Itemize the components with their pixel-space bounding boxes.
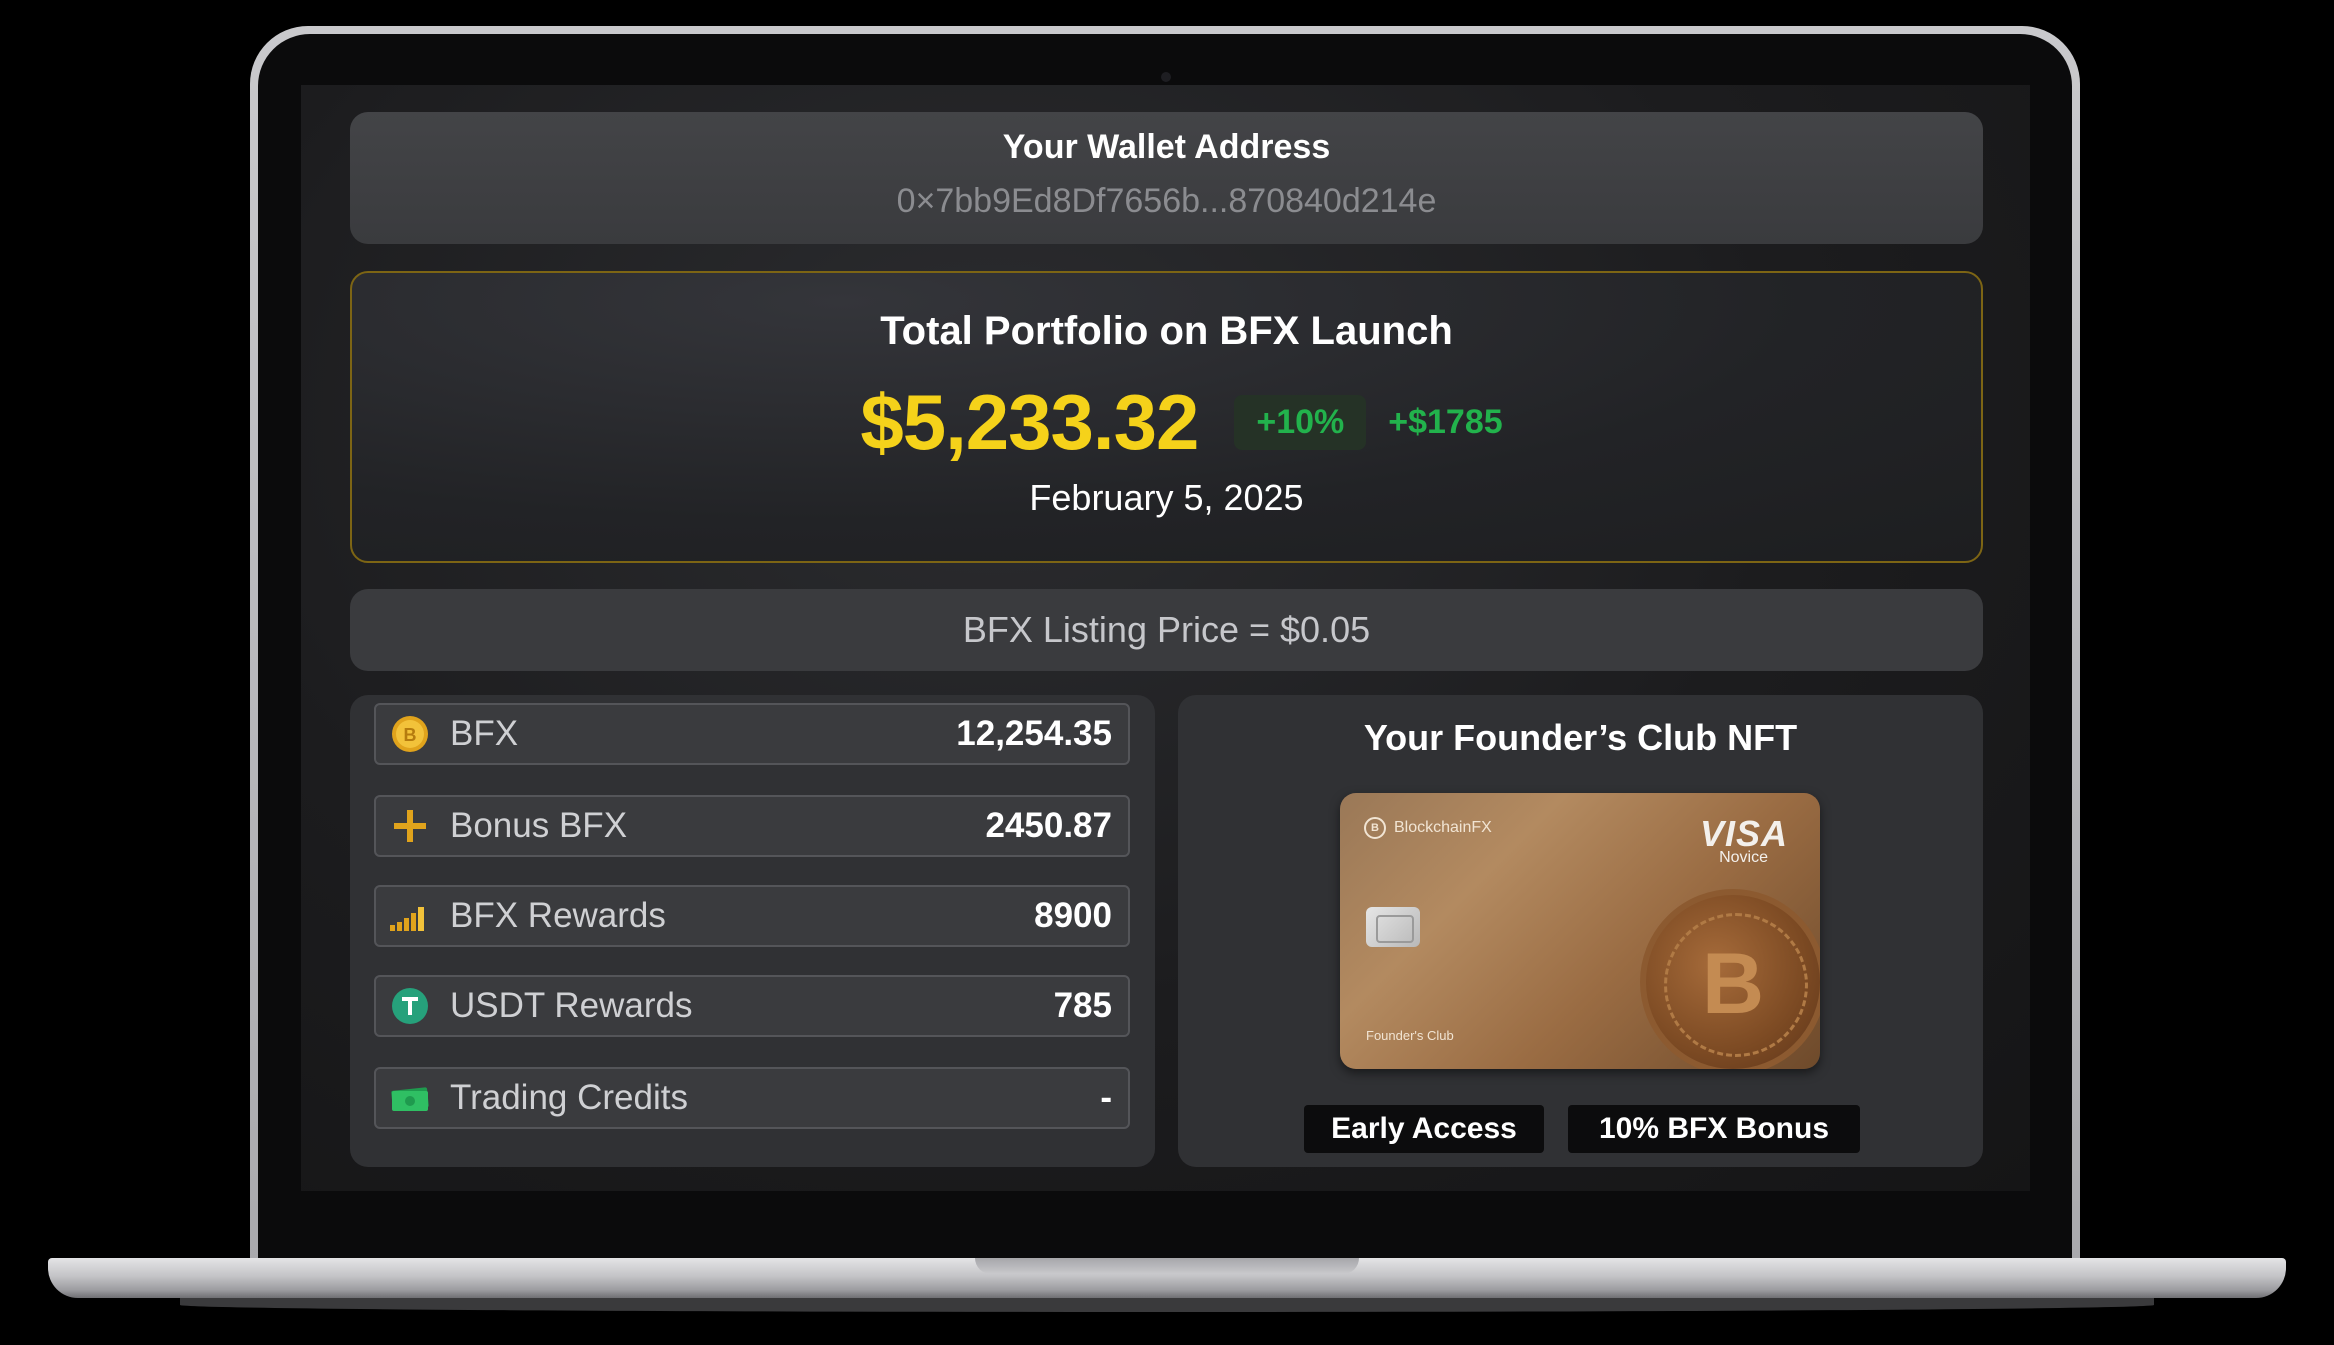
portfolio-panel: Total Portfolio on BFX Launch $5,233.32 … — [350, 271, 1983, 563]
laptop-base-shadow — [180, 1298, 2154, 1312]
change-percent-badge: +10% — [1234, 395, 1367, 450]
balance-row-bonus-bfx: Bonus BFX 2450.87 — [374, 795, 1130, 857]
wallet-address-panel: Your Wallet Address 0×7bb9Ed8Df7656b...8… — [350, 112, 1983, 244]
dashboard-screen: Your Wallet Address 0×7bb9Ed8Df7656b...8… — [301, 85, 2030, 1191]
laptop-mockup: Your Wallet Address 0×7bb9Ed8Df7656b...8… — [0, 0, 2334, 1345]
balance-label: Trading Credits — [450, 1078, 688, 1117]
bfx-bonus-tag: 10% BFX Bonus — [1568, 1105, 1860, 1153]
bfx-coin-icon: B — [390, 714, 430, 754]
listing-price-text: BFX Listing Price = $0.05 — [962, 609, 1371, 650]
balance-label: BFX Rewards — [450, 896, 666, 935]
balance-row-bfx-rewards: BFX Rewards 8900 — [374, 885, 1130, 947]
wallet-title: Your Wallet Address — [1002, 128, 1331, 166]
listing-price-panel: BFX Listing Price = $0.05 — [350, 589, 1983, 671]
cash-icon — [390, 1078, 430, 1118]
laptop-base-notch — [975, 1258, 1359, 1274]
balance-row-trading-credits: Trading Credits - — [374, 1067, 1130, 1129]
portfolio-value-row: $5,233.32 +10% +$1785 — [352, 377, 1981, 468]
balance-value: 12,254.35 — [956, 714, 1112, 753]
balance-label: Bonus BFX — [450, 806, 628, 845]
nft-panel: Your Founder’s Club NFT B BlockchainFX V… — [1178, 695, 1983, 1167]
svg-text:B: B — [404, 725, 417, 745]
portfolio-date: February 5, 2025 — [1029, 477, 1304, 518]
balance-value: 2450.87 — [985, 806, 1112, 845]
card-club-label: Founder's Club — [1366, 1028, 1454, 1043]
balance-value: 8900 — [1034, 896, 1112, 935]
blockchainfx-logo-icon: B — [1364, 817, 1386, 839]
portfolio-value: $5,233.32 — [860, 378, 1199, 466]
balance-row-usdt-rewards: USDT Rewards 785 — [374, 975, 1130, 1037]
balance-label: USDT Rewards — [450, 986, 693, 1025]
card-brand-name: BlockchainFX — [1394, 819, 1492, 836]
laptop-chin — [258, 1191, 2072, 1266]
early-access-tag: Early Access — [1304, 1105, 1544, 1153]
balance-label: BFX — [450, 714, 519, 753]
balance-value: - — [1100, 1078, 1112, 1117]
portfolio-title: Total Portfolio on BFX Launch — [880, 309, 1453, 353]
card-tier: Novice — [1719, 849, 1768, 866]
balances-panel: B BFX 12,254.35 Bonus BFX 2450.87 BFX Re… — [350, 695, 1155, 1167]
nft-title: Your Founder’s Club NFT — [1363, 717, 1798, 758]
plus-icon — [390, 806, 430, 846]
signal-bars-icon — [390, 896, 430, 936]
balance-row-bfx: B BFX 12,254.35 — [374, 703, 1130, 765]
change-amount: +$1785 — [1388, 403, 1503, 441]
founders-club-card[interactable]: B BlockchainFX VISA Novice Founder's Clu… — [1340, 793, 1820, 1069]
bfx-emblem-icon: B — [1640, 889, 1820, 1069]
card-brand: B BlockchainFX — [1364, 817, 1492, 839]
camera-icon — [1161, 72, 1171, 82]
balance-value: 785 — [1053, 986, 1112, 1025]
card-chip-icon — [1366, 907, 1420, 947]
usdt-coin-icon — [390, 986, 430, 1026]
wallet-address[interactable]: 0×7bb9Ed8Df7656b...870840d214e — [350, 182, 1983, 221]
